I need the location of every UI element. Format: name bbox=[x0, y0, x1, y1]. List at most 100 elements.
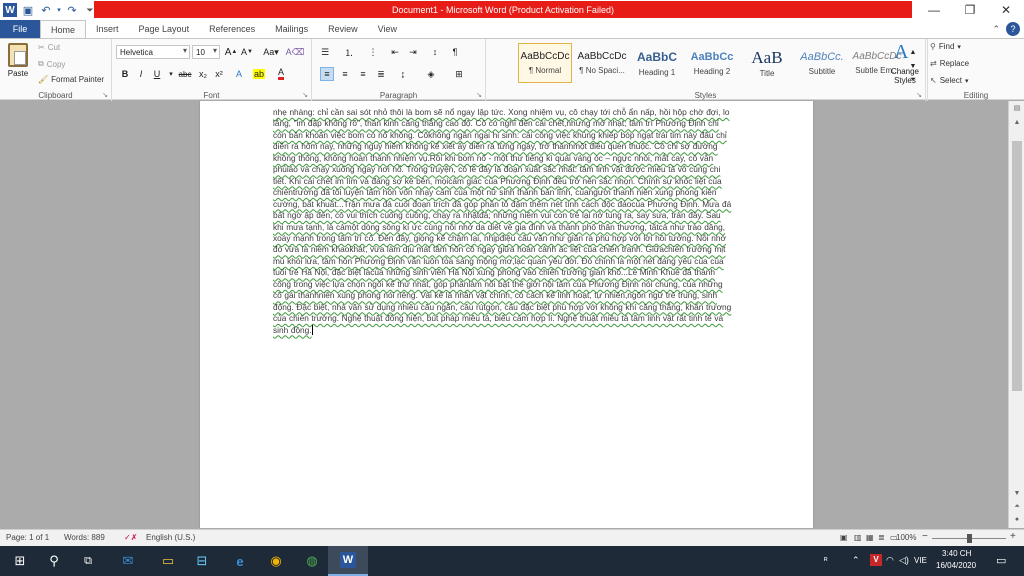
text-effects-icon[interactable]: A bbox=[232, 67, 246, 81]
highlight-icon[interactable]: ab bbox=[252, 67, 266, 81]
word-app-icon[interactable]: W bbox=[2, 2, 18, 18]
change-case-icon[interactable]: Aa▾ bbox=[263, 45, 279, 59]
tab-home[interactable]: Home bbox=[40, 20, 87, 38]
find-button[interactable]: ⚲ Find ▾ bbox=[930, 42, 961, 51]
line-spacing-icon[interactable]: ↨ bbox=[396, 67, 410, 81]
font-size-combo[interactable]: 10 bbox=[192, 45, 220, 59]
edge-icon[interactable]: e bbox=[230, 551, 250, 571]
coccoc-icon[interactable]: ◍ bbox=[302, 551, 322, 571]
redo-icon[interactable]: ↷ bbox=[64, 2, 80, 18]
numbering-icon[interactable]: ⒈ bbox=[342, 45, 356, 59]
scroll-down-icon[interactable]: ▼ bbox=[1009, 486, 1024, 500]
change-styles-button[interactable]: A Change Styles bbox=[882, 39, 928, 101]
superscript-icon[interactable]: x² bbox=[212, 67, 226, 81]
italic-icon[interactable]: I bbox=[134, 67, 148, 81]
proofing-icon[interactable]: ✓✗ bbox=[124, 533, 137, 542]
clock-time[interactable]: 3:40 CH bbox=[942, 549, 971, 558]
clipboard-launcher-icon[interactable]: ↘ bbox=[102, 91, 108, 99]
tab-file[interactable]: File bbox=[0, 20, 40, 38]
bullets-icon[interactable]: ☰ bbox=[318, 45, 332, 59]
store-icon[interactable]: ⊟ bbox=[192, 551, 212, 571]
show-marks-icon[interactable]: ¶ bbox=[448, 45, 462, 59]
minimize-ribbon-icon[interactable]: ⌃ bbox=[992, 24, 1000, 35]
tab-references[interactable]: References bbox=[199, 20, 265, 38]
tab-page-layout[interactable]: Page Layout bbox=[129, 20, 200, 38]
page-count[interactable]: Page: 1 of 1 bbox=[6, 533, 49, 542]
save-icon[interactable]: ▣ bbox=[20, 2, 36, 18]
restore-icon[interactable]: ❐ bbox=[952, 0, 988, 20]
underline-icon[interactable]: U bbox=[150, 67, 164, 81]
scroll-up-icon[interactable]: ▲ bbox=[1009, 115, 1024, 129]
justify-icon[interactable]: ≣ bbox=[374, 67, 388, 81]
style-normal[interactable]: AaBbCcDc ¶ Normal bbox=[518, 43, 572, 83]
close-icon[interactable]: ✕ bbox=[988, 0, 1024, 20]
minimize-icon[interactable]: — bbox=[916, 0, 952, 20]
chrome-icon[interactable]: ◉ bbox=[266, 551, 286, 571]
undo-icon[interactable]: ↶ bbox=[38, 2, 54, 18]
tab-mailings[interactable]: Mailings bbox=[265, 20, 318, 38]
borders-icon[interactable]: ⊞ bbox=[452, 67, 466, 81]
cut-button[interactable]: ✂ Cut bbox=[38, 43, 60, 52]
style-heading-2[interactable]: AaBbCc Heading 2 bbox=[685, 43, 739, 83]
underline-dropdown-icon[interactable]: ▾ bbox=[164, 67, 178, 81]
word-count[interactable]: Words: 889 bbox=[64, 533, 105, 542]
tab-insert[interactable]: Insert bbox=[86, 20, 129, 38]
paste-button[interactable]: Paste bbox=[4, 43, 32, 85]
tab-review[interactable]: Review bbox=[318, 20, 368, 38]
help-icon[interactable]: ? bbox=[1006, 22, 1020, 36]
web-layout-icon[interactable]: ▦ bbox=[866, 533, 874, 542]
windows-start-icon[interactable]: ⊞ bbox=[10, 551, 30, 571]
sort-icon[interactable]: ↕ bbox=[428, 45, 442, 59]
align-center-icon[interactable]: ≡ bbox=[338, 67, 352, 81]
print-layout-icon[interactable]: ▣ bbox=[840, 533, 848, 542]
show-hidden-icons-icon[interactable]: ⌃ bbox=[852, 555, 860, 566]
font-color-icon[interactable]: A bbox=[274, 67, 288, 81]
undo-dropdown-icon[interactable]: ▾ bbox=[56, 2, 62, 18]
vertical-scrollbar[interactable]: ▤ ▲ ▼ ⏶ ● bbox=[1008, 101, 1024, 528]
file-explorer-icon[interactable]: ▭ bbox=[158, 551, 178, 571]
multilevel-list-icon[interactable]: ⋮ bbox=[366, 45, 380, 59]
task-view-icon[interactable]: ⧉ bbox=[78, 551, 98, 571]
copy-button[interactable]: ⧉ Copy bbox=[38, 59, 65, 69]
ruler-toggle-icon[interactable]: ▤ bbox=[1009, 101, 1024, 115]
style-title[interactable]: AaB Title bbox=[740, 43, 794, 83]
increase-indent-icon[interactable]: ⇥ bbox=[406, 45, 420, 59]
align-left-icon[interactable]: ≡ bbox=[320, 67, 334, 81]
search-icon[interactable]: ⚲ bbox=[44, 551, 64, 571]
tab-view[interactable]: View bbox=[368, 20, 407, 38]
font-launcher-icon[interactable]: ↘ bbox=[302, 91, 308, 99]
document-page[interactable]: nhẹ nhàng: chỉ cần sai sót nhỏ thôi là b… bbox=[200, 101, 813, 528]
browse-object-icon[interactable]: ● bbox=[1009, 512, 1024, 526]
style-no-spacing[interactable]: AaBbCcDc ¶ No Spaci... bbox=[575, 43, 629, 83]
replace-button[interactable]: ⇄ Replace bbox=[930, 59, 969, 68]
decrease-indent-icon[interactable]: ⇤ bbox=[388, 45, 402, 59]
zoom-out-icon[interactable]: − bbox=[922, 531, 928, 542]
font-name-combo[interactable]: Helvetica bbox=[116, 45, 190, 59]
notifications-icon[interactable]: ▭ bbox=[996, 554, 1006, 567]
word-taskbar-button[interactable]: W bbox=[328, 546, 368, 576]
zoom-level[interactable]: 100% bbox=[896, 533, 916, 542]
style-heading-1[interactable]: AaBbC Heading 1 bbox=[630, 43, 684, 83]
people-icon[interactable]: ᴿ bbox=[824, 556, 828, 565]
align-right-icon[interactable]: ≡ bbox=[356, 67, 370, 81]
volume-icon[interactable]: ◁) bbox=[899, 555, 909, 566]
bold-icon[interactable]: B bbox=[118, 67, 132, 81]
clear-formatting-icon[interactable]: A⌫ bbox=[286, 45, 305, 59]
scroll-thumb[interactable] bbox=[1012, 141, 1022, 391]
clock-date[interactable]: 16/04/2020 bbox=[936, 561, 976, 570]
language-status[interactable]: English (U.S.) bbox=[146, 533, 195, 542]
zoom-slider-thumb[interactable] bbox=[967, 534, 972, 543]
full-screen-reading-icon[interactable]: ▥ bbox=[854, 533, 862, 542]
document-text[interactable]: nhẹ nhàng: chỉ cần sai sót nhỏ thôi là b… bbox=[273, 107, 733, 336]
paragraph-launcher-icon[interactable]: ↘ bbox=[476, 91, 482, 99]
subscript-icon[interactable]: x₂ bbox=[196, 67, 210, 81]
wifi-icon[interactable]: ◠ bbox=[886, 555, 894, 566]
input-language[interactable]: VIE bbox=[914, 556, 927, 565]
shrink-font-icon[interactable]: A ▼ bbox=[240, 45, 254, 59]
strikethrough-icon[interactable]: abc bbox=[178, 67, 192, 81]
zoom-in-icon[interactable]: + bbox=[1010, 531, 1016, 542]
shading-icon[interactable]: ◈ bbox=[424, 67, 438, 81]
mail-icon[interactable]: ✉ bbox=[118, 551, 138, 571]
grow-font-icon[interactable]: A ▲ bbox=[224, 45, 238, 59]
select-button[interactable]: ↖ Select ▾ bbox=[930, 76, 968, 85]
